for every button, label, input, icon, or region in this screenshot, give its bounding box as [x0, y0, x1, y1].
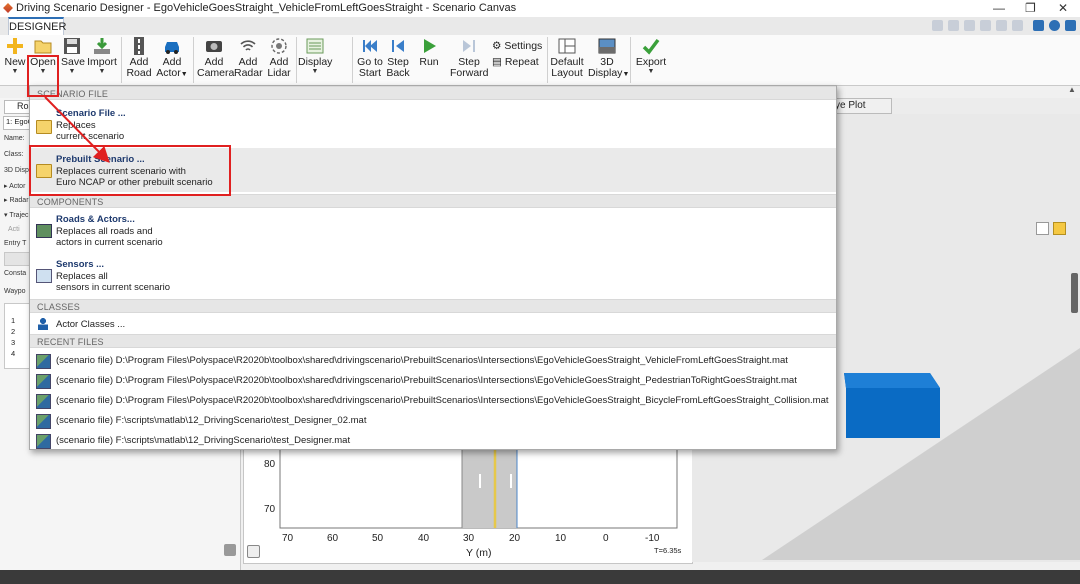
- arrow-icon: [44, 96, 110, 163]
- annotation-arrow: [44, 96, 110, 163]
